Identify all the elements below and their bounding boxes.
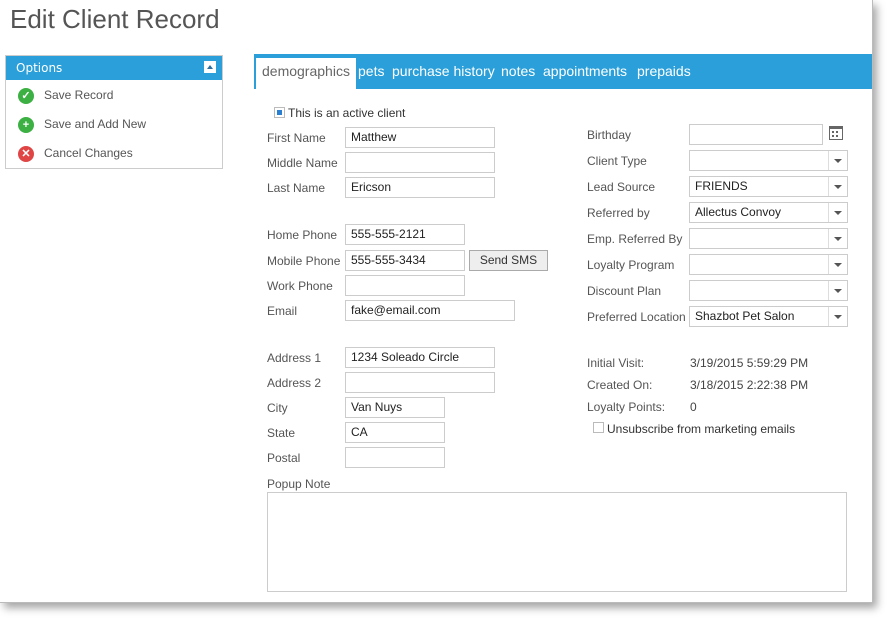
check-icon: ✓ — [18, 87, 34, 104]
address2-field[interactable] — [345, 372, 495, 393]
address2-label: Address 2 — [267, 376, 322, 390]
home-phone-field[interactable]: 555-555-2121 — [345, 224, 465, 245]
birthday-field[interactable] — [689, 124, 823, 145]
middle-name-label: Middle Name — [267, 156, 338, 170]
state-field[interactable]: CA — [345, 422, 445, 443]
email-field[interactable]: fake@email.com — [345, 300, 515, 321]
discount-plan-label: Discount Plan — [587, 284, 662, 298]
referred-by-select[interactable]: Allectus Convoy — [689, 202, 848, 223]
cancel-changes-button[interactable]: ✕ Cancel Changes — [18, 143, 133, 163]
last-name-label: Last Name — [267, 181, 326, 195]
tab-demographics[interactable]: demographics — [256, 58, 356, 89]
loyalty-points-label: Loyalty Points: — [587, 400, 666, 414]
popup-note-textarea[interactable] — [267, 492, 847, 592]
save-and-add-new-label: Save and Add New — [44, 117, 147, 131]
emp-referred-by-select[interactable] — [689, 228, 848, 249]
first-name-label: First Name — [267, 131, 326, 145]
options-header-label: Options — [16, 61, 63, 75]
birthday-label: Birthday — [587, 128, 632, 142]
mobile-phone-field[interactable]: 555-555-3434 — [345, 250, 465, 271]
address1-field[interactable]: 1234 Soleado Circle — [345, 347, 495, 368]
initial-visit-value: 3/19/2015 5:59:29 PM — [690, 356, 809, 370]
preferred-location-select[interactable]: Shazbot Pet Salon — [689, 306, 848, 327]
created-on-label: Created On: — [587, 378, 653, 392]
preferred-location-label: Preferred Location — [587, 310, 686, 324]
save-and-add-new-button[interactable]: + Save and Add New — [18, 114, 146, 134]
options-header: Options — [6, 56, 222, 80]
chevron-down-icon — [828, 203, 847, 222]
city-field[interactable]: Van Nuys — [345, 397, 445, 418]
save-record-label: Save Record — [44, 88, 114, 102]
discount-plan-select[interactable] — [689, 280, 848, 301]
loyalty-points-value: 0 — [690, 400, 697, 414]
edit-client-window: Edit Client Record Options ✓ Save Record … — [0, 0, 873, 603]
lead-source-label: Lead Source — [587, 180, 656, 194]
client-type-select[interactable] — [689, 150, 848, 171]
chevron-down-icon — [828, 177, 847, 196]
address1-label: Address 1 — [267, 351, 322, 365]
mobile-phone-label: Mobile Phone — [267, 254, 341, 268]
first-name-field[interactable]: Matthew — [345, 127, 495, 148]
emp-referred-by-label: Emp. Referred By — [587, 232, 683, 246]
loyalty-program-select[interactable] — [689, 254, 848, 275]
home-phone-label: Home Phone — [267, 228, 338, 242]
work-phone-label: Work Phone — [267, 279, 333, 293]
chevron-down-icon — [828, 281, 847, 300]
lead-source-select[interactable]: FRIENDS — [689, 176, 848, 197]
tab-pets[interactable]: pets — [358, 58, 384, 89]
save-record-button[interactable]: ✓ Save Record — [18, 85, 113, 105]
collapse-icon[interactable] — [204, 61, 216, 73]
chevron-down-icon — [828, 307, 847, 326]
send-sms-button[interactable]: Send SMS — [469, 250, 548, 271]
popup-note-label: Popup Note — [267, 477, 331, 491]
last-name-field[interactable]: Ericson — [345, 177, 495, 198]
created-on-value: 3/18/2015 2:22:38 PM — [690, 378, 809, 392]
plus-icon: + — [18, 116, 34, 133]
city-label: City — [267, 401, 288, 415]
work-phone-field[interactable] — [345, 275, 465, 296]
calendar-icon[interactable] — [829, 126, 843, 140]
client-type-label: Client Type — [587, 154, 647, 168]
initial-visit-label: Initial Visit: — [587, 356, 645, 370]
email-label: Email — [267, 304, 298, 318]
postal-label: Postal — [267, 451, 301, 465]
active-client-label: This is an active client — [288, 106, 406, 120]
referred-by-label: Referred by — [587, 206, 650, 220]
referred-by-value: Allectus Convoy — [695, 205, 782, 219]
preferred-location-value: Shazbot Pet Salon — [695, 309, 795, 323]
tab-prepaids[interactable]: prepaids — [637, 58, 691, 89]
tab-purchase-history[interactable]: purchase history — [392, 58, 495, 89]
state-label: State — [267, 426, 296, 440]
tab-notes[interactable]: notes — [501, 58, 535, 89]
chevron-down-icon — [828, 151, 847, 170]
page-title: Edit Client Record — [10, 4, 220, 34]
active-client-checkbox[interactable] — [274, 107, 285, 118]
middle-name-field[interactable] — [345, 152, 495, 173]
cancel-changes-label: Cancel Changes — [44, 146, 133, 160]
chevron-down-icon — [828, 255, 847, 274]
postal-field[interactable] — [345, 447, 445, 468]
unsubscribe-label: Unsubscribe from marketing emails — [607, 422, 796, 436]
loyalty-program-label: Loyalty Program — [587, 258, 675, 272]
chevron-down-icon — [828, 229, 847, 248]
unsubscribe-checkbox[interactable] — [593, 422, 604, 433]
tab-appointments[interactable]: appointments — [543, 58, 627, 89]
lead-source-value: FRIENDS — [695, 179, 748, 193]
tab-bar: demographics pets purchase history notes… — [254, 54, 872, 89]
x-icon: ✕ — [18, 145, 34, 162]
